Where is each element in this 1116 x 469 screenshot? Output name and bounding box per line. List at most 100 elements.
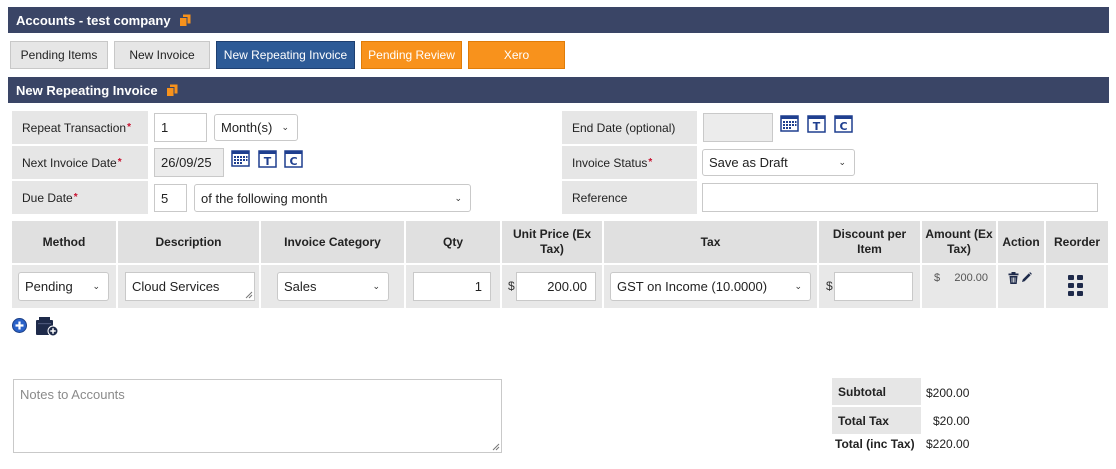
- cell-amount: $ 200.00: [922, 265, 996, 308]
- tab-new-invoice[interactable]: New Invoice: [114, 41, 210, 69]
- tab-pending-review[interactable]: Pending Review: [361, 41, 462, 69]
- page-title: Accounts - test company: [16, 12, 171, 28]
- header-text: Unit Price (Ex Tax): [512, 227, 592, 256]
- label-text: End Date (optional): [572, 120, 676, 135]
- select-value: Pending: [25, 279, 73, 294]
- today-button[interactable]: T: [807, 114, 826, 136]
- discount-input[interactable]: [834, 272, 913, 301]
- column-header-unit-price: Unit Price (Ex Tax): [502, 221, 602, 263]
- select-value: Save as Draft: [709, 155, 788, 170]
- tab-label: Pending Items: [20, 48, 98, 62]
- select-value: Sales: [284, 279, 317, 294]
- select-value: Month(s): [221, 120, 273, 135]
- tab-label: Pending Review: [368, 48, 455, 62]
- label-text: Total (inc Tax): [835, 437, 915, 451]
- column-header-description: Description: [118, 221, 259, 263]
- end-date-label: End Date (optional): [562, 111, 697, 144]
- next-invoice-date-input[interactable]: 26/09/25: [154, 148, 224, 177]
- currency-symbol: $: [508, 279, 515, 293]
- cell-qty: 1: [406, 265, 500, 308]
- chevron-down-icon: ⌄: [454, 192, 462, 203]
- notes-textarea[interactable]: Notes to Accounts: [13, 379, 502, 453]
- chevron-down-icon: ⌄: [838, 157, 846, 167]
- end-date-input[interactable]: [703, 113, 773, 142]
- label-text: Next Invoice Date: [22, 155, 117, 170]
- total-inc-tax-label: Total (inc Tax): [829, 435, 921, 453]
- tax-select[interactable]: GST on Income (10.0000) ⌄: [610, 272, 811, 301]
- due-date-option-select[interactable]: of the following month ⌄: [194, 184, 471, 212]
- label-text: Due Date: [22, 190, 73, 205]
- cell-action: [998, 265, 1044, 308]
- subtotal-label: Subtotal: [832, 378, 921, 405]
- input-value: 1: [161, 120, 169, 135]
- today-letter: T: [264, 155, 272, 168]
- header-text: Invoice Category: [284, 234, 381, 249]
- cell-reorder: [1046, 265, 1108, 308]
- input-value: 26/09/25: [161, 155, 212, 170]
- tab-xero[interactable]: Xero: [468, 41, 565, 69]
- tab-label: Xero: [503, 48, 530, 62]
- add-line-icon[interactable]: [12, 318, 27, 333]
- cell-discount: $: [819, 265, 920, 308]
- drag-handle-icon[interactable]: [1068, 275, 1084, 297]
- tab-label: New Invoice: [129, 48, 195, 62]
- invoice-status-select[interactable]: Save as Draft ⌄: [702, 149, 855, 176]
- tab-new-repeating-invoice[interactable]: New Repeating Invoice: [216, 41, 355, 69]
- input-value: 200.00: [547, 279, 587, 294]
- header-text: Action: [1002, 234, 1040, 249]
- section-header: New Repeating Invoice: [8, 77, 1109, 103]
- unit-price-input[interactable]: 200.00: [516, 272, 596, 301]
- resize-handle-icon[interactable]: [245, 291, 253, 299]
- label-text: Reference: [572, 190, 628, 205]
- method-select[interactable]: Pending ⌄: [18, 272, 109, 301]
- input-value: Cloud Services: [132, 279, 220, 294]
- reference-input[interactable]: [702, 183, 1098, 212]
- header-text: Method: [42, 234, 86, 249]
- header-text: Description: [155, 234, 222, 249]
- total-tax-label: Total Tax: [832, 407, 921, 434]
- header-text: Tax: [700, 234, 721, 249]
- copy-icon[interactable]: [178, 14, 191, 27]
- repeat-count-input[interactable]: 1: [154, 113, 207, 142]
- description-textarea[interactable]: Cloud Services: [125, 272, 255, 301]
- currency-symbol: $: [826, 279, 833, 293]
- cell-category: Sales ⌄: [261, 265, 404, 308]
- header-text: Amount (Ex Tax): [925, 227, 993, 256]
- header-text: Qty: [442, 234, 463, 249]
- clear-date-button[interactable]: C: [834, 114, 853, 136]
- pencil-icon[interactable]: [1021, 272, 1032, 283]
- due-date-label: Due Date *: [12, 181, 148, 214]
- today-letter: T: [813, 120, 821, 133]
- header-text: Discount per Item: [832, 227, 907, 256]
- total-tax-value: $20.00: [933, 414, 970, 428]
- due-day-input[interactable]: 5: [154, 184, 187, 212]
- tab-pending-items[interactable]: Pending Items: [10, 41, 108, 69]
- cell-description: Cloud Services: [118, 265, 259, 308]
- column-header-amount: Amount (Ex Tax): [922, 221, 996, 263]
- calendar-icon[interactable]: [231, 149, 250, 170]
- resize-handle-icon[interactable]: [492, 443, 500, 451]
- column-header-qty: Qty: [406, 221, 500, 263]
- add-from-template-icon[interactable]: [35, 316, 59, 337]
- calendar-icon[interactable]: [780, 114, 799, 135]
- input-value: 1: [474, 279, 482, 294]
- label-text: Subtotal: [838, 384, 886, 399]
- column-header-method: Method: [12, 221, 116, 263]
- repeat-unit-select[interactable]: Month(s) ⌄: [214, 114, 298, 141]
- amount-value: 200.00: [954, 272, 988, 284]
- copy-icon[interactable]: [165, 84, 178, 97]
- currency-symbol: $: [934, 272, 941, 284]
- notes-placeholder: Notes to Accounts: [20, 387, 125, 402]
- qty-input[interactable]: 1: [413, 272, 491, 301]
- trash-icon[interactable]: [1008, 272, 1019, 284]
- clear-date-button[interactable]: C: [284, 149, 303, 171]
- category-select[interactable]: Sales ⌄: [277, 272, 389, 301]
- clear-letter: C: [839, 120, 847, 133]
- chevron-down-icon: ⌄: [372, 281, 380, 291]
- select-value: of the following month: [201, 190, 328, 206]
- today-button[interactable]: T: [258, 149, 277, 171]
- column-header-discount: Discount per Item: [819, 221, 920, 263]
- column-header-reorder: Reorder: [1046, 221, 1108, 263]
- repeat-transaction-label: Repeat Transaction *: [12, 111, 148, 144]
- input-value: 5: [161, 190, 169, 206]
